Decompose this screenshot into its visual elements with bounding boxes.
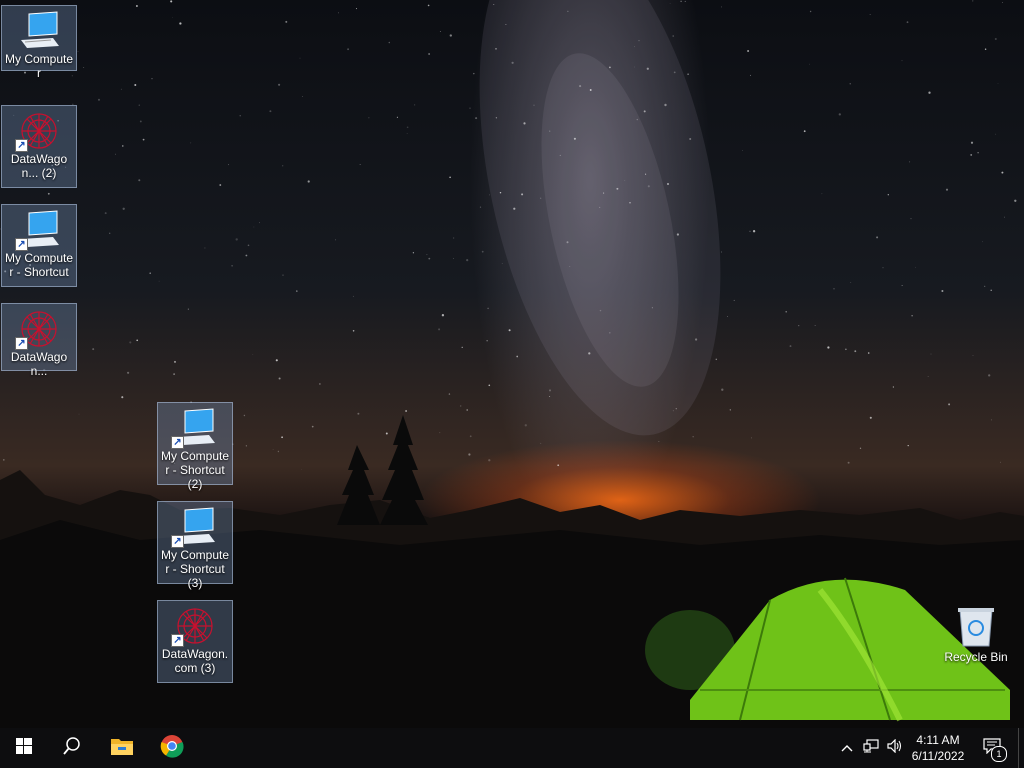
chrome-icon [160, 734, 184, 763]
monitor-icon: ↗ [15, 209, 63, 251]
monitor-icon [15, 10, 63, 52]
clock-time: 4:11 AM [916, 733, 960, 747]
shortcut-arrow-icon: ↗ [15, 139, 28, 152]
desktop-icon-my-computer-shortcut-2[interactable]: ↗ My Computer - Shortcut (2) [157, 402, 233, 491]
notification-icon: 1 [983, 738, 1007, 762]
desktop-icon-recycle-bin[interactable]: Recycle Bin [940, 600, 1012, 670]
desktop-icon-label: My Computer [4, 52, 74, 80]
desktop-icon-label: DataWagon... (2) [10, 152, 68, 180]
volume-button[interactable] [884, 728, 906, 768]
monitor-icon: ↗ [171, 506, 219, 548]
network-icon [863, 738, 879, 758]
chrome-button[interactable] [148, 728, 196, 768]
clock-date: 6/11/2022 [911, 749, 965, 763]
datawagon-logo-icon: ↗ [15, 110, 63, 152]
file-explorer-icon [110, 736, 134, 761]
chevron-up-icon [841, 739, 853, 757]
volume-icon [887, 738, 903, 758]
desktop-icon-label: My Computer - Shortcut (3) [160, 548, 230, 590]
night-sky-landscape [0, 0, 1024, 728]
clock[interactable]: 4:11 AM 6/11/2022 [906, 732, 970, 764]
recycle-bin-icon [956, 604, 996, 648]
show-hidden-icons-button[interactable] [836, 728, 858, 768]
notification-count-badge: 1 [991, 746, 1007, 762]
desktop-icon-datawagon-2[interactable]: ↗ DataWagon... (2) [1, 105, 77, 188]
datawagon-logo-icon: ↗ [15, 308, 63, 350]
desktop-wallpaper [0, 0, 1024, 728]
shortcut-arrow-icon: ↗ [171, 436, 184, 449]
show-desktop-button[interactable] [1018, 728, 1024, 768]
network-button[interactable] [860, 728, 882, 768]
datawagon-logo-icon: ↗ [171, 605, 219, 647]
taskbar: 4:11 AM 6/11/2022 1 [0, 728, 1024, 768]
search-icon [63, 736, 81, 760]
desktop-icon-datawagon[interactable]: ↗ DataWagon... [1, 303, 77, 378]
shortcut-arrow-icon: ↗ [15, 337, 28, 350]
desktop-icon-my-computer-shortcut-3[interactable]: ↗ My Computer - Shortcut (3) [157, 501, 233, 590]
file-explorer-button[interactable] [98, 728, 146, 768]
start-button[interactable] [0, 728, 48, 768]
windows-logo-icon [16, 737, 32, 759]
monitor-icon: ↗ [171, 407, 219, 449]
desktop-icon-datawagon-3[interactable]: ↗ DataWagon.com (3) [157, 600, 233, 683]
desktop-icon-my-computer[interactable]: My Computer [1, 5, 77, 80]
shortcut-arrow-icon: ↗ [15, 238, 28, 251]
desktop-icon-label: My Computer - Shortcut [4, 251, 74, 279]
shortcut-arrow-icon: ↗ [171, 535, 184, 548]
action-center-button[interactable]: 1 [978, 728, 1008, 768]
recycle-bin-label: Recycle Bin [944, 650, 1008, 664]
desktop-icon-label: My Computer - Shortcut (2) [160, 449, 230, 491]
search-button[interactable] [48, 728, 96, 768]
desktop-icon-my-computer-shortcut[interactable]: ↗ My Computer - Shortcut [1, 204, 77, 287]
shortcut-arrow-icon: ↗ [171, 634, 184, 647]
desktop-icon-label: DataWagon.com (3) [161, 647, 229, 675]
desktop-icon-label: DataWagon... [10, 350, 68, 378]
